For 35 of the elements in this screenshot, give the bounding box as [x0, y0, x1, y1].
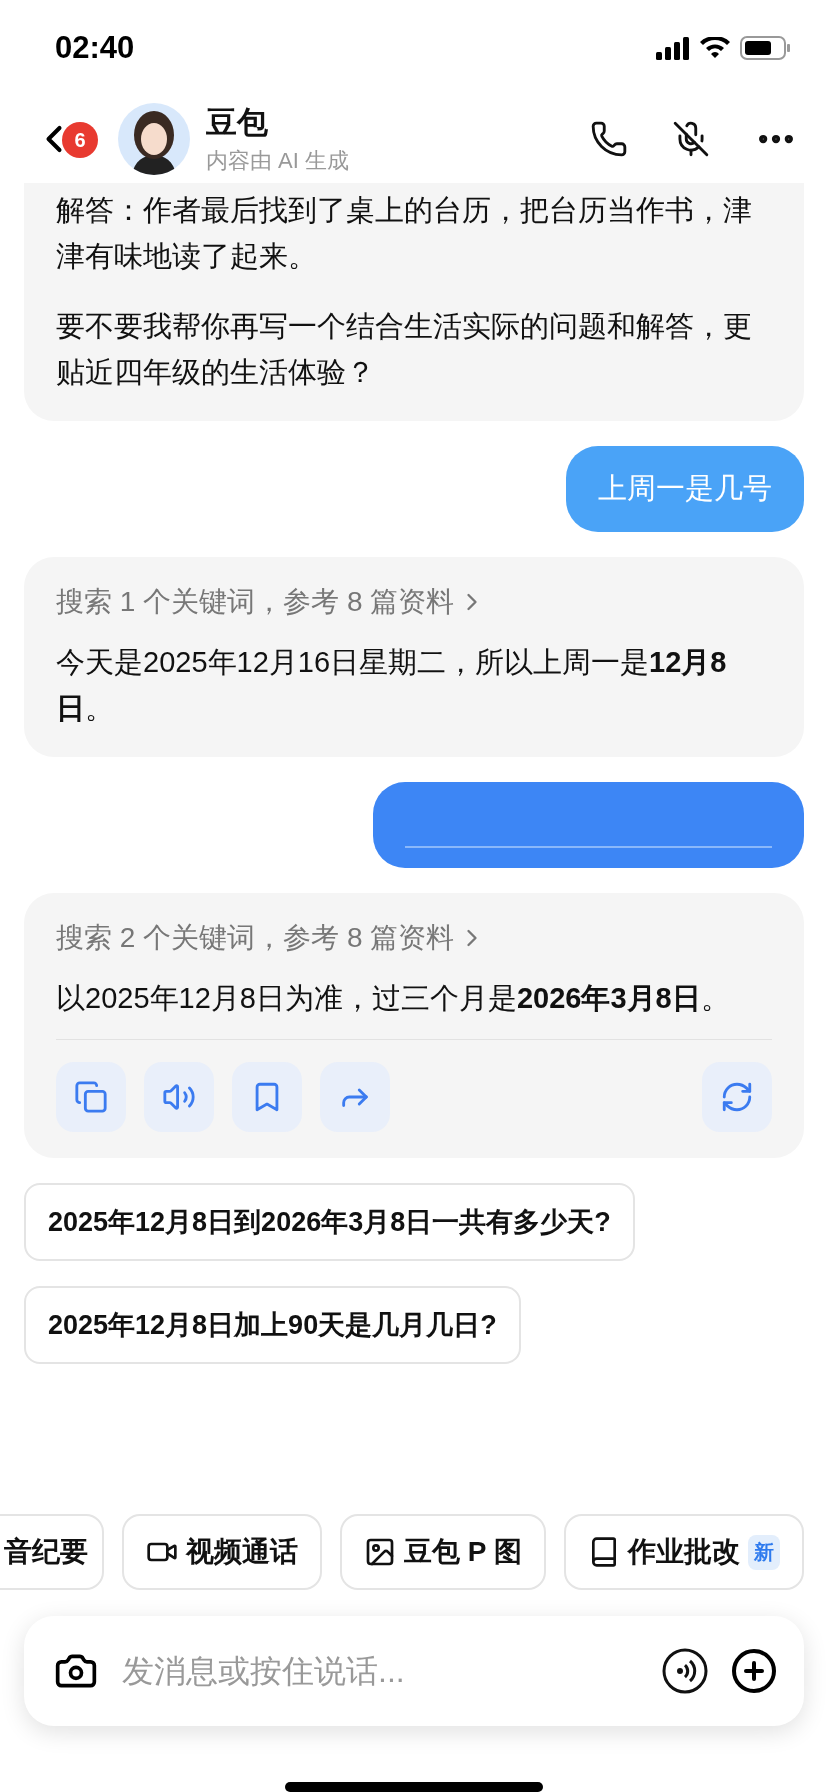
- refresh-icon: [720, 1080, 754, 1114]
- reply-text: 以2025年12月8日为准，过三个月是2026年3月8日。: [56, 981, 731, 1016]
- chat-title: 豆包: [206, 104, 269, 142]
- refresh-button[interactable]: [702, 1062, 772, 1132]
- copy-button[interactable]: [56, 1062, 126, 1132]
- search-sources-link[interactable]: 搜索 2 个关键词，参考 8 篇资料: [56, 919, 487, 957]
- signal-icon: [656, 35, 690, 60]
- suggested-question[interactable]: 2025年12月8日到2026年3月8日一共有多少天?: [24, 1183, 635, 1261]
- message-field[interactable]: 发消息或按住说话...: [120, 1651, 640, 1691]
- speaker-button[interactable]: [144, 1062, 214, 1132]
- unread-badge: 6: [62, 122, 98, 158]
- quick-action-chip[interactable]: 豆包 P 图: [340, 1514, 546, 1590]
- image-icon: [364, 1536, 396, 1568]
- quick-action-chip[interactable]: 视频通话: [122, 1514, 322, 1590]
- phone-icon[interactable]: [590, 120, 628, 158]
- add-icon[interactable]: [730, 1647, 778, 1695]
- quick-action-chip[interactable]: 作业批改 新: [563, 1514, 804, 1590]
- wifi-icon: [700, 36, 730, 59]
- new-badge: 新: [747, 1534, 780, 1570]
- search-sources-link[interactable]: 搜索 1 个关键词，参考 8 篇资料: [56, 583, 487, 621]
- reply-text: 要不要我帮你再写一个结合生活实际的问题和解答，更贴近四年级的生活体验？: [56, 309, 753, 390]
- chat-subtitle: 内容由 AI 生成: [206, 147, 350, 175]
- status-time: 02:40: [55, 29, 135, 66]
- copy-icon: [74, 1080, 108, 1114]
- reply-text: 解答：作者最后找到了桌上的台历，把台历当作书，津津有味地读了起来。: [56, 193, 753, 274]
- message-bubble: 上周一是几号: [566, 446, 804, 532]
- share-button[interactable]: [320, 1062, 390, 1132]
- mute-icon[interactable]: [672, 120, 710, 158]
- back-button[interactable]: 6: [32, 109, 112, 169]
- reply-text: 今天是2025年12月16日星期二，所以上周一是12月8日。: [56, 645, 728, 726]
- bookmark-button[interactable]: [232, 1062, 302, 1132]
- battery-icon: [740, 35, 790, 60]
- voice-icon[interactable]: [662, 1648, 708, 1694]
- quick-action-chip[interactable]: 音纪要: [0, 1514, 104, 1590]
- suggested-question[interactable]: 2025年12月8日加上90天是几月几日?: [24, 1286, 521, 1364]
